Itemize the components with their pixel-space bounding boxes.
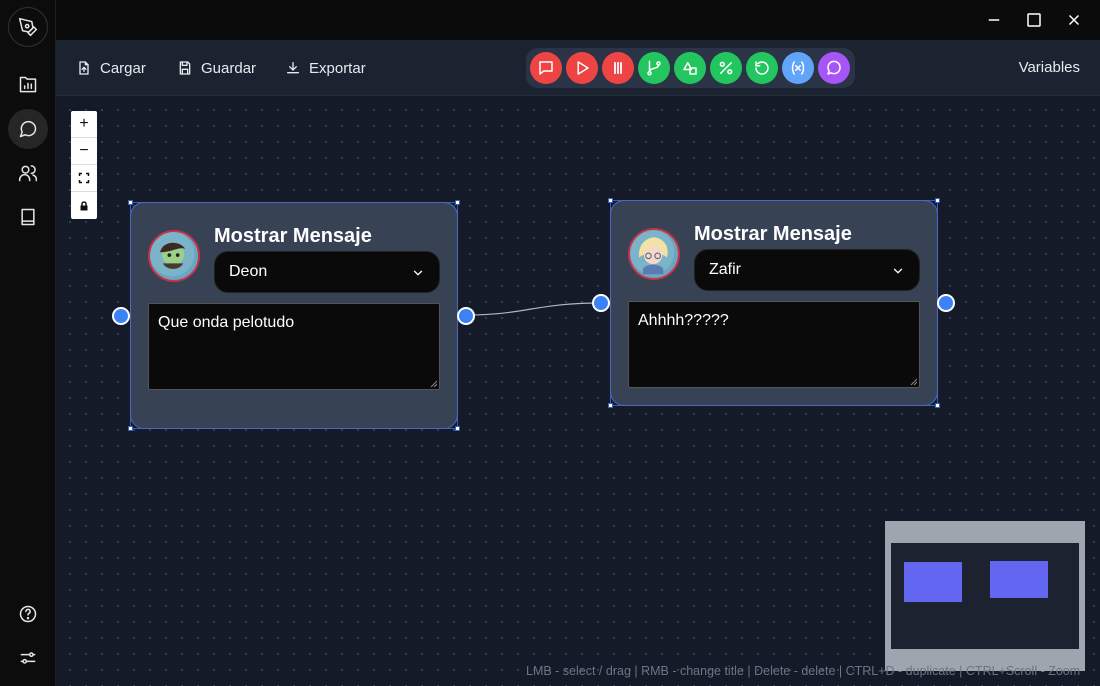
close-icon[interactable] (1060, 6, 1088, 34)
percent-icon[interactable] (710, 52, 742, 84)
play-icon[interactable] (566, 52, 598, 84)
message-square-icon[interactable] (530, 52, 562, 84)
output-handle[interactable] (937, 294, 955, 312)
message-text: Ahhhh????? (638, 312, 729, 329)
message-textarea[interactable]: Que onda pelotudo (148, 303, 440, 390)
minimap[interactable] (885, 521, 1085, 671)
message-node[interactable]: Mostrar Mensaje Deon Que onda pelotudo (130, 202, 458, 429)
toolbar: Cargar Guardar Exportar Variables (56, 40, 1100, 96)
rotate-ccw-icon[interactable] (746, 52, 778, 84)
file-upload-icon (79, 61, 89, 75)
pen-tool-icon[interactable] (8, 7, 48, 47)
download-icon (287, 62, 299, 74)
book-icon[interactable] (8, 197, 48, 237)
minimize-icon[interactable] (980, 6, 1008, 34)
save-icon (179, 61, 191, 75)
save-label: Guardar (201, 59, 257, 77)
shortcut-hint: LMB - select / drag | RMB - change title… (526, 664, 1081, 678)
chat-bubble-icon[interactable] (8, 109, 48, 149)
variable-icon[interactable] (782, 52, 814, 84)
input-handle[interactable] (592, 294, 610, 312)
help-circle-icon[interactable] (8, 594, 48, 634)
chevron-down-icon (893, 268, 903, 274)
character-select[interactable]: Zafir (694, 249, 920, 291)
avatar (148, 230, 200, 282)
variables-button[interactable]: Variables (1019, 59, 1080, 76)
resize-handle-icon[interactable] (909, 377, 917, 385)
minimap-node (990, 561, 1048, 598)
maximize-icon[interactable] (1020, 6, 1048, 34)
title-bar (56, 0, 1100, 40)
export-button[interactable]: Exportar (285, 58, 366, 78)
sidebar (0, 0, 56, 686)
node-title[interactable]: Mostrar Mensaje (694, 223, 852, 246)
save-button[interactable]: Guardar (177, 58, 256, 78)
character-select[interactable]: Deon (214, 251, 440, 293)
minimap-viewport (891, 543, 1079, 649)
flow-canvas[interactable]: + − Mostrar Mensaje Deon Que onda pelotu… (56, 96, 1100, 686)
node-tools (526, 48, 855, 88)
folder-chart-icon[interactable] (8, 65, 48, 105)
export-label: Exportar (309, 59, 366, 77)
shapes-icon[interactable] (674, 52, 706, 84)
users-icon[interactable] (8, 153, 48, 193)
sliders-icon[interactable] (8, 638, 48, 678)
load-button[interactable]: Cargar (76, 58, 146, 78)
message-circle-icon[interactable] (818, 52, 850, 84)
character-name: Deon (229, 263, 268, 280)
app-window: Cargar Guardar Exportar Variables + − Mo… (0, 0, 1100, 686)
git-branch-icon[interactable] (638, 52, 670, 84)
load-label: Cargar (100, 59, 146, 77)
node-title[interactable]: Mostrar Mensaje (214, 225, 372, 248)
character-name: Zafir (709, 261, 741, 278)
input-handle[interactable] (112, 307, 130, 325)
output-handle[interactable] (457, 307, 475, 325)
minimap-node (904, 562, 962, 602)
avatar (628, 228, 680, 280)
chevron-down-icon (413, 270, 423, 276)
pause-icon[interactable] (602, 52, 634, 84)
message-textarea[interactable]: Ahhhh????? (628, 301, 920, 388)
message-node[interactable]: Mostrar Mensaje Zafir Ahhhh????? (610, 200, 938, 406)
message-text: Que onda pelotudo (158, 314, 295, 331)
resize-handle-icon[interactable] (429, 379, 437, 387)
